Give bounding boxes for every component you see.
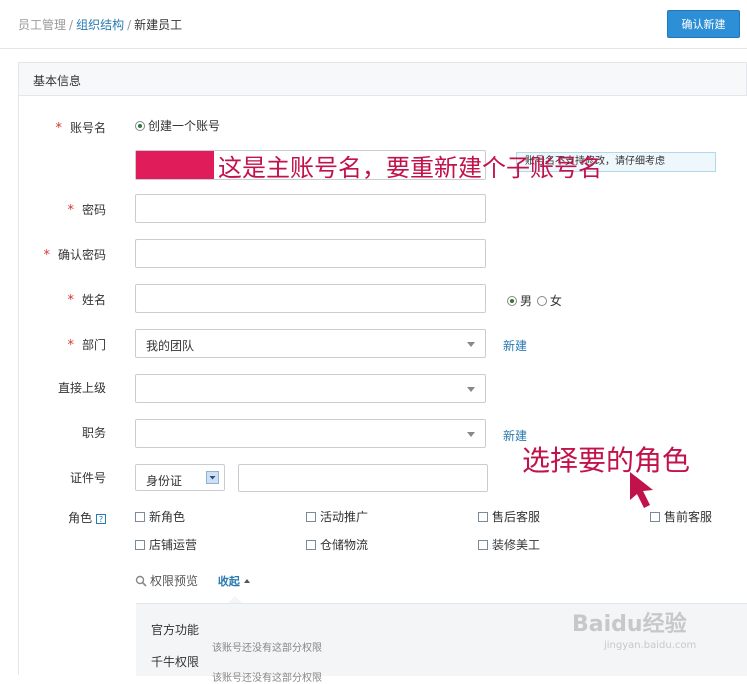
new-department-link[interactable]: 新建 bbox=[503, 337, 527, 354]
checkbox-icon bbox=[306, 540, 316, 550]
preview-row-title: 官方功能 bbox=[151, 623, 200, 637]
password-label: * 密码 bbox=[16, 201, 106, 218]
radio-icon bbox=[536, 296, 547, 306]
checkbox-icon bbox=[306, 512, 316, 522]
role-option-label: 装修美工 bbox=[492, 538, 541, 552]
preview-row-title: 千牛权限 bbox=[151, 655, 200, 669]
role-option-3[interactable]: 售后客服 bbox=[478, 508, 540, 525]
role-option-5[interactable]: 店铺运营 bbox=[135, 536, 197, 553]
create-account-radio-label: 创建一个账号 bbox=[148, 119, 221, 133]
preview-pointer bbox=[228, 596, 242, 603]
position-label: 职务 bbox=[81, 426, 106, 440]
role-option-4[interactable]: 售前客服 bbox=[650, 508, 712, 525]
role-option-label: 活动推广 bbox=[320, 510, 369, 524]
breadcrumb-org-structure[interactable]: 组织结构 bbox=[76, 18, 124, 32]
breadcrumb-current-page: 新建员工 bbox=[134, 18, 183, 32]
required-mark: * bbox=[55, 121, 62, 136]
department-label-text: 部门 bbox=[81, 338, 106, 352]
confirm-password-input[interactable] bbox=[135, 239, 486, 268]
breadcrumb: 员工管理 / 组织结构 / 新建员工 bbox=[18, 16, 182, 33]
checkbox-icon bbox=[135, 512, 145, 522]
password-label-text: 密码 bbox=[81, 203, 106, 217]
gender-male-label: 男 bbox=[520, 294, 533, 308]
caret-down-icon bbox=[467, 387, 475, 392]
supervisor-select[interactable] bbox=[135, 374, 486, 403]
id-type-select[interactable]: 身份证 bbox=[135, 464, 225, 491]
role-option-label: 新角色 bbox=[149, 510, 186, 524]
breadcrumb-separator: / bbox=[69, 18, 74, 32]
section-title: 基本信息 bbox=[33, 74, 82, 88]
search-icon bbox=[135, 575, 147, 587]
radio-icon bbox=[135, 121, 145, 131]
confirm-password-label: * 确认密码 bbox=[16, 246, 106, 263]
role-label-text: 角色 bbox=[68, 511, 93, 525]
id-number-input[interactable] bbox=[238, 464, 488, 492]
name-label: * 姓名 bbox=[16, 291, 106, 308]
help-icon[interactable]: ? bbox=[96, 514, 106, 524]
required-mark: * bbox=[67, 203, 74, 218]
gender-female-label: 女 bbox=[549, 294, 562, 308]
create-account-radio[interactable]: 创建一个账号 bbox=[135, 117, 220, 134]
role-option-1[interactable]: 新角色 bbox=[135, 508, 185, 525]
role-option-label: 售后客服 bbox=[492, 510, 541, 524]
breadcrumb-employee-management[interactable]: 员工管理 bbox=[18, 18, 66, 32]
account-label-text: 账号名 bbox=[69, 121, 106, 135]
redacted-account-name bbox=[136, 151, 214, 179]
checkbox-icon bbox=[135, 540, 145, 550]
permission-preview-row: 权限预览 收起 bbox=[135, 572, 250, 589]
breadcrumb-separator: / bbox=[127, 18, 132, 32]
supervisor-label: 直接上级 bbox=[57, 381, 106, 395]
caret-down-icon bbox=[467, 432, 475, 437]
caret-down-icon bbox=[467, 342, 475, 347]
required-mark: * bbox=[67, 293, 74, 308]
role-option-6[interactable]: 仓储物流 bbox=[306, 536, 368, 553]
permission-preview-label: 权限预览 bbox=[150, 574, 199, 588]
department-select-value: 我的团队 bbox=[146, 339, 195, 353]
checkbox-icon bbox=[478, 512, 488, 522]
collapse-toggle-label: 收起 bbox=[217, 575, 240, 588]
account-label: * 账号名 bbox=[16, 119, 106, 136]
name-label-text: 姓名 bbox=[81, 293, 106, 307]
preview-row-desc: 该账号还没有这部分权限 bbox=[212, 673, 322, 684]
preview-row-desc: 该账号还没有这部分权限 bbox=[212, 643, 322, 654]
watermark-url: jingyan.baidu.com bbox=[604, 640, 697, 651]
role-option-label: 仓储物流 bbox=[320, 538, 369, 552]
role-option-2[interactable]: 活动推广 bbox=[306, 508, 368, 525]
checkbox-icon bbox=[650, 512, 660, 522]
collapse-toggle[interactable]: 收起 bbox=[218, 575, 250, 588]
role-option-label: 店铺运营 bbox=[149, 538, 198, 552]
position-select[interactable] bbox=[135, 419, 486, 448]
role-option-label: 售前客服 bbox=[664, 510, 713, 524]
gender-radio-group: 男 女 bbox=[507, 292, 562, 309]
radio-icon bbox=[507, 296, 517, 306]
password-input[interactable] bbox=[135, 194, 486, 223]
gender-male-radio[interactable]: 男 bbox=[507, 294, 532, 308]
required-mark: * bbox=[67, 338, 74, 353]
role-option-7[interactable]: 装修美工 bbox=[478, 536, 540, 553]
chevron-up-icon bbox=[243, 579, 250, 583]
account-annotation: 这是主账号名，要重新建个子账号名 bbox=[218, 154, 602, 182]
department-label: * 部门 bbox=[16, 336, 106, 353]
name-input[interactable] bbox=[135, 284, 486, 313]
required-mark: * bbox=[43, 248, 50, 263]
confirm-create-button[interactable]: 确认新建 bbox=[667, 10, 740, 38]
id-number-label: 证件号 bbox=[69, 471, 106, 485]
id-type-value: 身份证 bbox=[146, 474, 183, 488]
basic-info-header: 基本信息 bbox=[18, 62, 747, 96]
watermark-logo: Baidu经验 bbox=[572, 612, 687, 637]
department-select[interactable]: 我的团队 bbox=[135, 329, 486, 358]
confirm-password-label-text: 确认密码 bbox=[57, 248, 106, 262]
gender-female-radio[interactable]: 女 bbox=[536, 294, 562, 308]
dropdown-arrow-icon bbox=[206, 471, 219, 484]
checkbox-icon bbox=[478, 540, 488, 550]
role-label: 角色 ? bbox=[16, 509, 106, 526]
role-annotation: 选择要的角色 bbox=[522, 444, 691, 477]
